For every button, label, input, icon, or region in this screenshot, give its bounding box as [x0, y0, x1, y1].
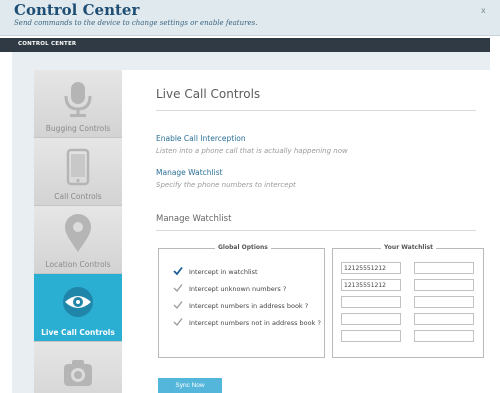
manage-watchlist-description: Specify the phone numbers to intercept [156, 181, 296, 189]
global-options-panel: Global Options Intercept in watchlist In… [158, 244, 325, 358]
option-label: Intercept numbers in address book ? [189, 302, 309, 310]
watchlist-number-input[interactable] [414, 262, 474, 274]
sidebar-item-location-controls[interactable]: Location Controls [34, 206, 122, 274]
divider [156, 110, 476, 111]
enable-call-interception-link[interactable]: Enable Call Interception [156, 134, 246, 143]
app-title: Control Center [14, 1, 140, 19]
sidebar-item-label: Call Controls [54, 192, 102, 201]
page-title: Live Call Controls [156, 87, 261, 101]
sidebar-item-bugging-controls[interactable]: Bugging Controls [34, 70, 122, 138]
manage-watchlist-link[interactable]: Manage Watchlist [156, 168, 223, 177]
checkmark-icon[interactable] [173, 266, 183, 276]
checkmark-icon[interactable] [173, 300, 183, 310]
phone-icon [66, 148, 90, 186]
sidebar-item-label: Location Controls [45, 260, 111, 269]
app-subtitle: Send commands to the device to change se… [14, 19, 258, 27]
watchlist-number-input[interactable] [341, 330, 401, 342]
microphone-icon [64, 82, 92, 117]
option-label: Intercept in watchlist [189, 268, 258, 276]
eye-icon [63, 287, 93, 317]
watchlist-number-input[interactable] [414, 330, 474, 342]
sidebar-item-call-controls[interactable]: Call Controls [34, 138, 122, 206]
global-options-legend: Global Options [215, 244, 271, 251]
sidebar-item-label: Live Call Controls [41, 328, 115, 337]
enable-call-interception-description: Listen into a phone call that is actuall… [156, 147, 348, 155]
page: { "header": { "title": "Control Center",… [0, 0, 500, 393]
option-label: Intercept numbers not in address book ? [189, 319, 321, 327]
section-title: Manage Watchlist [156, 214, 232, 224]
sidebar-item-camera-controls[interactable] [34, 342, 122, 393]
control-center-bar-label: CONTROL CENTER [18, 41, 77, 47]
watchlist-number-input[interactable] [341, 296, 401, 308]
sidebar-item-live-call-controls[interactable]: Live Call Controls [34, 274, 122, 342]
watchlist-number-input[interactable] [341, 279, 401, 291]
sync-now-button[interactable]: Sync Now [158, 378, 222, 393]
divider [156, 230, 476, 231]
sidebar: Bugging Controls Call Controls Location … [34, 70, 122, 393]
checkmark-icon[interactable] [173, 283, 183, 293]
watchlist-number-input[interactable] [414, 279, 474, 291]
watchlist-number-input[interactable] [341, 313, 401, 325]
option-label: Intercept unknown numbers ? [189, 285, 287, 293]
watchlist-number-input[interactable] [341, 262, 401, 274]
watchlist-number-input[interactable] [414, 313, 474, 325]
watchlist-legend: Your Watchlist [381, 244, 436, 251]
header: Control Center Send commands to the devi… [0, 0, 500, 36]
close-icon[interactable]: x [481, 6, 486, 15]
checkmark-icon[interactable] [173, 317, 183, 327]
watchlist-number-input[interactable] [414, 296, 474, 308]
watchlist-panel: Your Watchlist [332, 244, 484, 358]
sidebar-item-label: Bugging Controls [45, 124, 111, 133]
location-pin-icon [65, 214, 91, 252]
control-center-bar: CONTROL CENTER [0, 38, 490, 52]
camera-icon [64, 360, 92, 386]
